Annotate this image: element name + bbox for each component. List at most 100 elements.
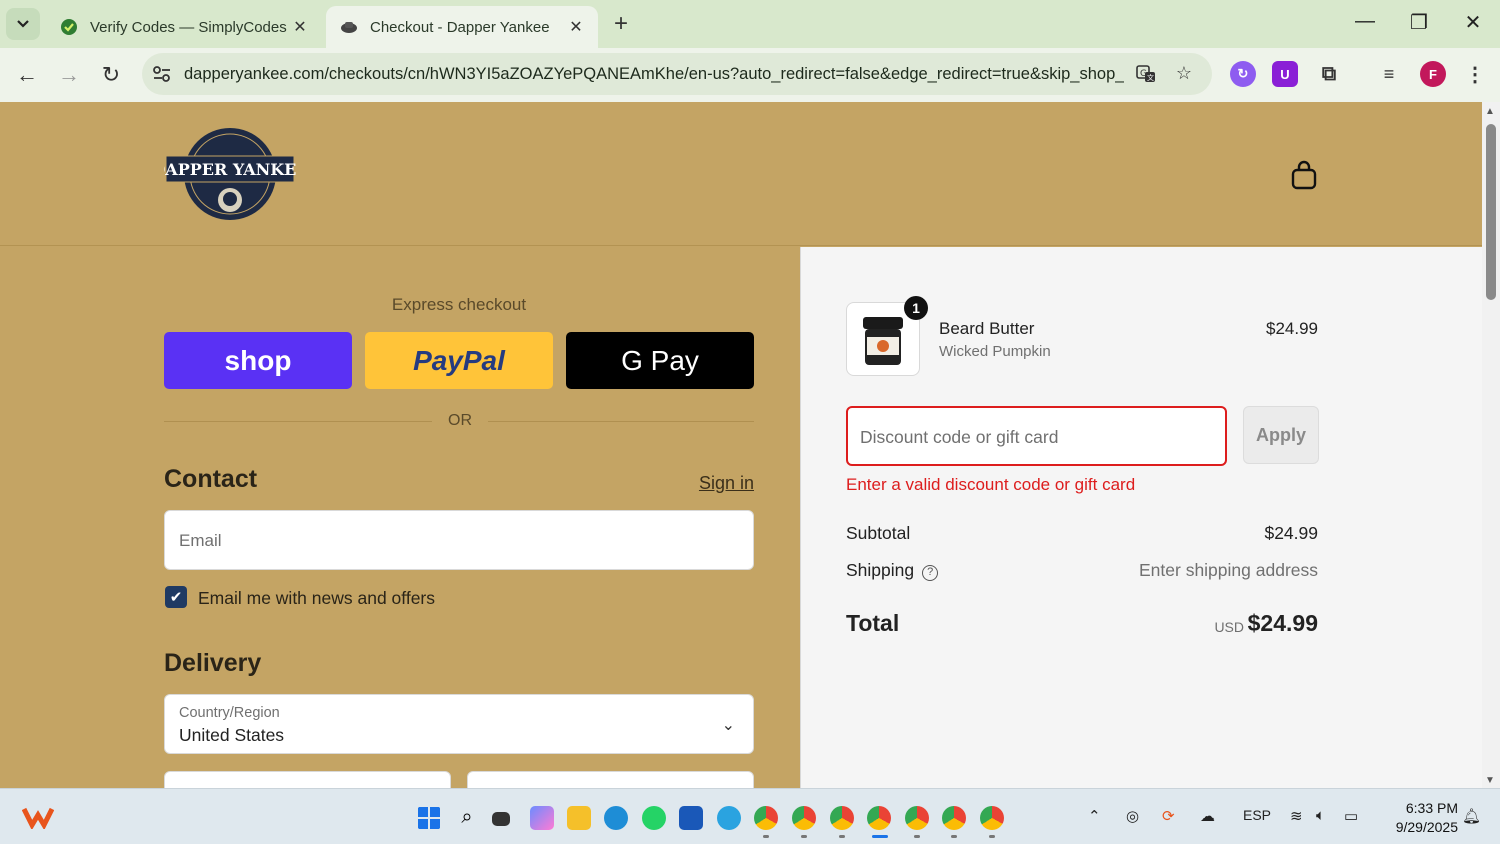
- sync-icon[interactable]: ⟳: [1162, 807, 1175, 825]
- address-bar[interactable]: dapperyankee.com/checkouts/cn/hWN3YI5aZO…: [142, 53, 1212, 95]
- active-indicator: [872, 835, 888, 838]
- shopping-bag-icon[interactable]: [1290, 160, 1318, 190]
- restore-icon[interactable]: ❐: [1404, 10, 1434, 35]
- profile-avatar[interactable]: F: [1420, 61, 1446, 87]
- discount-code-input[interactable]: Discount code or gift card: [846, 406, 1227, 466]
- scroll-down-arrow-icon[interactable]: ▼: [1485, 775, 1495, 786]
- bookmark-star-icon[interactable]: ☆: [1172, 63, 1196, 87]
- whatsapp-icon[interactable]: [642, 806, 666, 830]
- shipping-label: Shipping: [846, 560, 915, 580]
- system-clock[interactable]: 6:33 PM 9/29/2025: [1378, 799, 1458, 837]
- apply-discount-button[interactable]: Apply: [1243, 406, 1319, 464]
- site-info-icon[interactable]: [152, 65, 172, 83]
- shop-pay-label: shop: [224, 344, 292, 376]
- svg-text:文: 文: [1147, 73, 1154, 82]
- scroll-up-arrow-icon[interactable]: ▲: [1485, 106, 1495, 117]
- forward-icon[interactable]: →: [54, 60, 84, 90]
- scrollbar-thumb[interactable]: [1486, 124, 1496, 300]
- onedrive-cloud-icon[interactable]: ☁: [1200, 807, 1215, 825]
- search-icon[interactable]: ⌕: [455, 806, 479, 830]
- minimize-icon[interactable]: —: [1350, 10, 1380, 33]
- chevron-up-icon[interactable]: ⌃: [1088, 807, 1101, 825]
- ublock-shield-icon[interactable]: U: [1272, 61, 1298, 87]
- help-question-icon[interactable]: ?: [922, 565, 939, 581]
- new-tab-button[interactable]: +: [606, 10, 636, 38]
- close-tab-icon[interactable]: ✕: [568, 17, 584, 37]
- battery-icon[interactable]: ▭: [1344, 807, 1358, 825]
- subtotal-label: Subtotal: [846, 523, 911, 543]
- chrome-icon[interactable]: [754, 806, 778, 830]
- file-explorer-icon[interactable]: [567, 806, 591, 830]
- chrome-icon[interactable]: [792, 806, 816, 830]
- shipping-row: Shipping?: [846, 560, 939, 581]
- product-variant: Wicked Pumpkin: [939, 343, 1051, 360]
- notification-bell-icon[interactable]: 🔔︎: [1462, 807, 1481, 825]
- shop-pay-button[interactable]: shop: [164, 332, 352, 389]
- product-price: $24.99: [1266, 319, 1318, 338]
- chrome-icon[interactable]: [905, 806, 929, 830]
- checkout-page: DAPPER YANKEE Express checkout shop PayP…: [0, 102, 1482, 831]
- running-indicator: [801, 835, 807, 838]
- volume-icon[interactable]: 🔈︎: [1316, 807, 1325, 824]
- chrome-icon[interactable]: [942, 806, 966, 830]
- beard-butter-jar-image: [863, 317, 903, 365]
- quantity-badge: 1: [904, 296, 928, 320]
- running-indicator: [951, 835, 957, 838]
- extensions-puzzle-icon[interactable]: ⧉: [1316, 61, 1342, 87]
- fingerprint-icon[interactable]: ◎: [1126, 807, 1139, 825]
- email-field[interactable]: Email: [164, 510, 754, 570]
- dapper-yankee-logo[interactable]: DAPPER YANKEE: [164, 126, 296, 222]
- tab-search-button[interactable]: [6, 8, 40, 40]
- language-indicator[interactable]: ESP: [1243, 807, 1271, 823]
- media-control-icon[interactable]: ≡: [1376, 61, 1402, 87]
- shipping-value: Enter shipping address: [1139, 560, 1318, 580]
- google-pay-button[interactable]: G Pay: [566, 332, 754, 389]
- menu-kebab-icon[interactable]: ⋮: [1462, 61, 1488, 87]
- country-select[interactable]: Country/Region United States ⌄: [164, 694, 754, 754]
- app-logo-icon[interactable]: [22, 805, 54, 829]
- back-icon[interactable]: ←: [12, 60, 42, 90]
- running-indicator: [989, 835, 995, 838]
- windows-start-icon[interactable]: [417, 806, 441, 830]
- country-label: Country/Region: [179, 705, 280, 721]
- email-placeholder: Email: [179, 531, 222, 550]
- page-scrollbar[interactable]: ▲ ▼: [1482, 102, 1500, 788]
- newsletter-checkbox[interactable]: ✔: [165, 586, 187, 608]
- discount-error-message: Enter a valid discount code or gift card: [846, 475, 1136, 494]
- extension-purple-icon[interactable]: ↻: [1230, 61, 1256, 87]
- chrome-icon[interactable]: [830, 806, 854, 830]
- chevron-down-icon: [17, 20, 29, 28]
- edge-icon[interactable]: [604, 806, 628, 830]
- copilot-icon[interactable]: [530, 806, 554, 830]
- task-view-icon[interactable]: [492, 812, 510, 826]
- paypal-label: PayPal: [413, 344, 505, 376]
- currency-code: USD: [1214, 619, 1244, 635]
- reload-icon[interactable]: ↻: [96, 60, 126, 90]
- subtotal-value: $24.99: [1264, 523, 1318, 543]
- sign-in-link[interactable]: Sign in: [690, 473, 754, 494]
- close-window-icon[interactable]: ✕: [1458, 10, 1488, 35]
- telegram-icon[interactable]: [717, 806, 741, 830]
- store-icon[interactable]: [679, 806, 703, 830]
- express-checkout-title: Express checkout: [391, 295, 527, 314]
- chrome-icon[interactable]: [867, 806, 891, 830]
- wifi-icon[interactable]: ≋: [1290, 807, 1303, 825]
- tab-checkout[interactable]: Checkout - Dapper Yankee ✕: [326, 6, 598, 48]
- product-name: Beard Butter: [939, 319, 1035, 338]
- google-pay-label: G Pay: [621, 344, 699, 376]
- chevron-down-icon: ⌄: [721, 717, 735, 734]
- translate-icon[interactable]: G文: [1134, 63, 1158, 87]
- total-label: Total: [846, 610, 900, 636]
- tab-simplycodes[interactable]: Verify Codes — SimplyCodes ✕: [46, 6, 322, 48]
- chrome-icon[interactable]: [980, 806, 1004, 830]
- order-summary: 1 Beard Butter Wicked Pumpkin $24.99 Dis…: [800, 247, 1482, 788]
- close-tab-icon[interactable]: ✕: [292, 17, 308, 37]
- newsletter-label[interactable]: Email me with news and offers: [198, 588, 435, 609]
- paypal-button[interactable]: PayPal: [365, 332, 553, 389]
- running-indicator: [914, 835, 920, 838]
- clock-time: 6:33 PM: [1405, 800, 1458, 816]
- store-header: DAPPER YANKEE: [0, 102, 1482, 246]
- running-indicator: [763, 835, 769, 838]
- checkout-form: Express checkout shop PayPal G Pay OR Co…: [0, 247, 800, 831]
- tab-title: Verify Codes — SimplyCodes: [90, 18, 287, 36]
